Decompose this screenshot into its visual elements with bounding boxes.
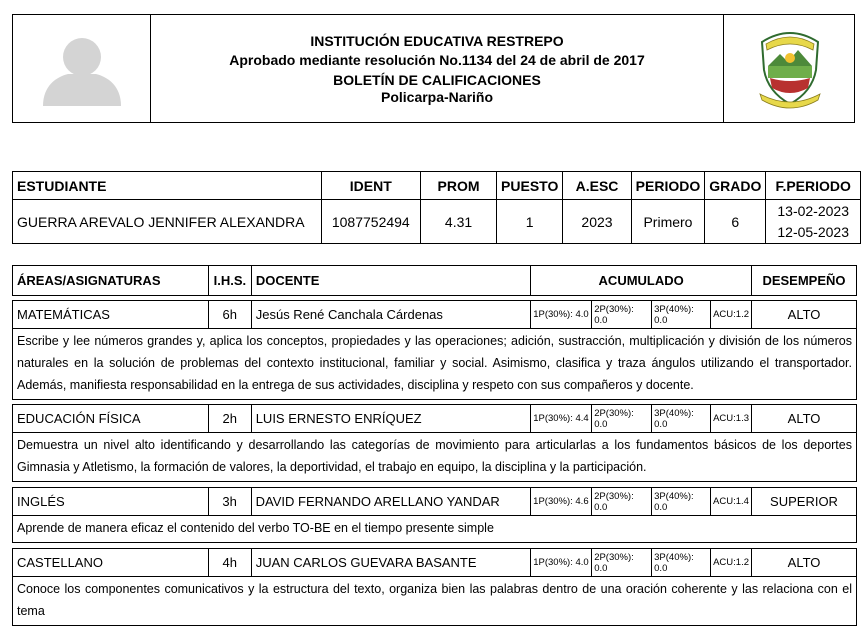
subject-name: INGLÉS — [12, 487, 209, 516]
subject-name: CASTELLANO — [12, 548, 209, 577]
student-row: GUERRA AREVALO JENNIFER ALEXANDRA 108775… — [12, 199, 861, 244]
grade-p3: 3P(40%): 0.0 — [651, 548, 712, 577]
school-crest-icon — [759, 32, 821, 109]
report-title: BOLETÍN DE CALIFICACIONES — [333, 71, 541, 88]
grade-acu: ACU:1.2 — [710, 300, 753, 329]
grade-acu: ACU:1.4 — [710, 487, 752, 516]
grade-acu: ACU:1.2 — [710, 548, 753, 577]
period-start-date: 13-02-2023 — [777, 202, 849, 219]
grade-p3: 3P(40%): 0.0 — [651, 404, 712, 433]
student-photo — [12, 14, 151, 123]
student-info-table: ESTUDIANTE IDENT PROM PUESTO A.ESC PERIO… — [12, 171, 861, 244]
institution-name: INSTITUCIÓN EDUCATIVA RESTREPO — [310, 32, 564, 49]
subject-performance: SUPERIOR — [751, 487, 857, 516]
student-f-periodo: 13-02-2023 12-05-2023 — [765, 199, 861, 244]
subject-performance: ALTO — [751, 548, 857, 577]
subject-block-matematicas: MATEMÁTICAS 6h Jesús René Canchala Cárde… — [12, 300, 857, 400]
grade-p1: 1P(30%): 4.0 — [530, 548, 593, 577]
grade-p1: 1P(30%): 4.4 — [530, 404, 593, 433]
subject-row: EDUCACIÓN FÍSICA 2h LUIS ERNESTO ENRÍQUE… — [12, 404, 857, 433]
col-header-grado: GRADO — [704, 171, 767, 200]
grade-p2: 2P(30%): 0.0 — [591, 487, 653, 516]
subject-block-educacion-fisica: EDUCACIÓN FÍSICA 2h LUIS ERNESTO ENRÍQUE… — [12, 404, 857, 482]
subject-ihs: 6h — [207, 300, 252, 329]
subject-teacher: LUIS ERNESTO ENRÍQUEZ — [250, 404, 532, 433]
resolution-text: Aprobado mediante resolución No.1134 del… — [229, 52, 645, 69]
student-name: GUERRA AREVALO JENNIFER ALEXANDRA — [12, 199, 322, 244]
school-logo — [723, 14, 855, 123]
col-header-desempeno: DESEMPEÑO — [751, 265, 857, 296]
grade-p3: 3P(40%): 0.0 — [651, 300, 712, 329]
col-header-a-esc: A.ESC — [562, 171, 632, 200]
col-header-areas: ÁREAS/ASIGNATURAS — [12, 265, 209, 296]
grade-p2: 2P(30%): 0.0 — [591, 404, 653, 433]
subject-description: Demuestra un nivel alto identificando y … — [12, 432, 857, 482]
subject-performance: ALTO — [751, 300, 857, 329]
student-grado: 6 — [704, 199, 767, 244]
grade-p1: 1P(30%): 4.0 — [530, 300, 593, 329]
avatar-placeholder-icon — [43, 38, 121, 106]
grade-p2: 2P(30%): 0.0 — [591, 548, 653, 577]
subject-ihs: 2h — [207, 404, 252, 433]
grade-p1: 1P(30%): 4.6 — [530, 487, 593, 516]
subjects-header-row: ÁREAS/ASIGNATURAS I.H.S. DOCENTE ACUMULA… — [12, 265, 857, 296]
subject-ihs: 3h — [207, 487, 252, 516]
subject-teacher: Jesús René Canchala Cárdenas — [250, 300, 532, 329]
student-a-esc: 2023 — [562, 199, 632, 244]
col-header-periodo: PERIODO — [630, 171, 706, 200]
grade-p3: 3P(40%): 0.0 — [651, 487, 712, 516]
subject-description: Aprende de manera eficaz el contenido de… — [12, 515, 857, 543]
subject-row: MATEMÁTICAS 6h Jesús René Canchala Cárde… — [12, 300, 857, 329]
student-periodo: Primero — [630, 199, 706, 244]
location-text: Policarpa-Nariño — [380, 89, 494, 106]
col-header-puesto: PUESTO — [496, 171, 564, 200]
grade-acu: ACU:1.3 — [710, 404, 753, 433]
col-header-docente: DOCENTE — [250, 265, 532, 296]
col-header-prom: PROM — [420, 171, 498, 200]
subject-performance: ALTO — [751, 404, 857, 433]
subject-description: Conoce los componentes comunicativos y l… — [12, 576, 857, 626]
student-puesto: 1 — [496, 199, 564, 244]
col-header-acumulado: ACUMULADO — [530, 265, 752, 296]
subject-name: EDUCACIÓN FÍSICA — [12, 404, 209, 433]
subject-ihs: 4h — [207, 548, 252, 577]
subject-description-row: Escribe y lee números grandes y, aplica … — [12, 328, 857, 400]
subject-row: CASTELLANO 4h JUAN CARLOS GUEVARA BASANT… — [12, 548, 857, 577]
subject-description-row: Demuestra un nivel alto identificando y … — [12, 432, 857, 482]
subjects-header-table: ÁREAS/ASIGNATURAS I.H.S. DOCENTE ACUMULA… — [12, 265, 857, 296]
col-header-ihs: I.H.S. — [207, 265, 252, 296]
student-ident: 1087752494 — [320, 199, 422, 244]
subject-row: INGLÉS 3h DAVID FERNANDO ARELLANO YANDAR… — [12, 487, 857, 516]
grade-p2: 2P(30%): 0.0 — [591, 300, 653, 329]
student-prom: 4.31 — [420, 199, 498, 244]
col-header-f-periodo: F.PERIODO — [765, 171, 861, 200]
subject-block-ingles: INGLÉS 3h DAVID FERNANDO ARELLANO YANDAR… — [12, 487, 857, 543]
col-header-ident: IDENT — [320, 171, 422, 200]
student-table-header-row: ESTUDIANTE IDENT PROM PUESTO A.ESC PERIO… — [12, 171, 861, 200]
subject-description-row: Aprende de manera eficaz el contenido de… — [12, 515, 857, 543]
col-header-estudiante: ESTUDIANTE — [12, 171, 322, 200]
subject-block-castellano: CASTELLANO 4h JUAN CARLOS GUEVARA BASANT… — [12, 548, 857, 626]
period-end-date: 12-05-2023 — [777, 223, 849, 240]
subject-description-row: Conoce los componentes comunicativos y l… — [12, 576, 857, 626]
subject-teacher: DAVID FERNANDO ARELLANO YANDAR — [250, 487, 532, 516]
header-text: INSTITUCIÓN EDUCATIVA RESTREPO Aprobado … — [151, 14, 723, 123]
subject-description: Escribe y lee números grandes y, aplica … — [12, 328, 857, 400]
subject-name: MATEMÁTICAS — [12, 300, 209, 329]
subject-teacher: JUAN CARLOS GUEVARA BASANTE — [250, 548, 532, 577]
